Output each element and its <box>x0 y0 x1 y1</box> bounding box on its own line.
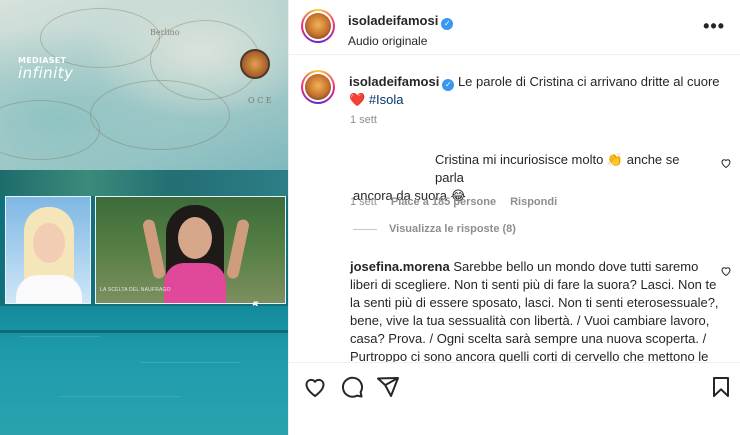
comment-1-reply[interactable]: Rispondi <box>510 196 557 208</box>
map-label-city: Berlino <box>150 28 180 37</box>
comment-2-line-5: casa? Prova. / Ogni scelta sarà sempre u… <box>350 331 707 346</box>
divider-line <box>0 330 288 333</box>
comments-area[interactable]: isoladeifamosi ✓ Le parole di Cristina ci… <box>289 56 740 362</box>
view-replies-label[interactable]: Visualizza le risposte (8) <box>389 223 516 235</box>
caption-avatar[interactable] <box>301 70 335 104</box>
header-user-block: isoladeifamosi ✓ Audio originale <box>348 12 454 48</box>
post-sidebar: isoladeifamosi ✓ Audio originale ••• isol… <box>288 0 740 435</box>
replies-dash <box>353 228 377 230</box>
comment-2-line-1: josefina.morena Sarebbe bello un mondo d… <box>350 259 699 274</box>
caption-time[interactable]: 1 sett <box>350 114 377 126</box>
action-bar <box>289 362 740 435</box>
heart-emoji: ❤️ <box>349 92 366 107</box>
foliage-strip <box>0 170 288 196</box>
comment-2-line-6: Purtroppo ci sono ancora quelli corti di… <box>350 349 709 362</box>
video-caption: LA SCELTA DEL NAUFRAGO <box>100 287 171 293</box>
comment-2: josefina.morena Sarebbe bello un mondo d… <box>350 258 722 362</box>
comment-1-line-1: Cristina mi incuriosisce molto 👏 anche s… <box>435 152 680 185</box>
caption-text: Le parole di Cristina ci arrivano dritte… <box>457 74 720 89</box>
view-replies-button[interactable]: Visualizza le risposte (8) <box>353 223 516 235</box>
post-media[interactable]: O C E Berlino MEDIASET infinity LA SCELT… <box>0 0 288 435</box>
caption-username[interactable]: isoladeifamosi <box>349 74 439 89</box>
avatar[interactable] <box>301 9 335 43</box>
hashtag-link[interactable]: #Isola <box>369 92 404 107</box>
comment-1-likes[interactable]: Piace a 185 persone <box>391 196 496 208</box>
comment-2-line-2: liberi di scegliere. Non ti senti più di… <box>350 277 717 292</box>
comment-2-like-icon[interactable] <box>720 265 732 277</box>
post-caption: isoladeifamosi ✓ Le parole di Cristina ci… <box>349 73 724 109</box>
audio-label[interactable]: Audio originale <box>348 34 453 48</box>
isola-logo-badge <box>240 49 270 79</box>
bookmark-icon[interactable] <box>709 375 733 399</box>
more-options-button[interactable]: ••• <box>703 16 725 37</box>
map-background: O C E Berlino MEDIASET infinity <box>0 0 288 170</box>
share-icon[interactable] <box>376 375 400 399</box>
verified-icon: ✓ <box>442 79 455 91</box>
comment-2-line-4: bene, vive la tua sessualità con libertà… <box>350 313 710 328</box>
post-header: isoladeifamosi ✓ Audio originale ••• <box>289 0 740 55</box>
comment-1-like-icon[interactable] <box>720 157 732 169</box>
mediaset-infinity-logo: MEDIASET infinity <box>18 56 74 82</box>
comment-2-username[interactable]: josefina.morena <box>350 259 450 274</box>
logo-line-2: infinity <box>18 64 74 82</box>
sea-background <box>0 306 288 435</box>
heart-icon[interactable] <box>303 375 327 399</box>
verified-icon: ✓ <box>441 18 454 30</box>
comment-1-meta: 1 sett Piace a 185 persone Rispondi <box>350 192 571 210</box>
comment-1-time[interactable]: 1 sett <box>350 196 377 208</box>
host-video-frame <box>5 196 91 304</box>
comment-icon[interactable] <box>340 375 364 399</box>
comment-2-line-3: la senti più di essere sposato, lasci. N… <box>350 295 719 310</box>
header-username[interactable]: isoladeifamosi <box>348 13 438 28</box>
map-label-ocean: O C E <box>248 96 272 105</box>
